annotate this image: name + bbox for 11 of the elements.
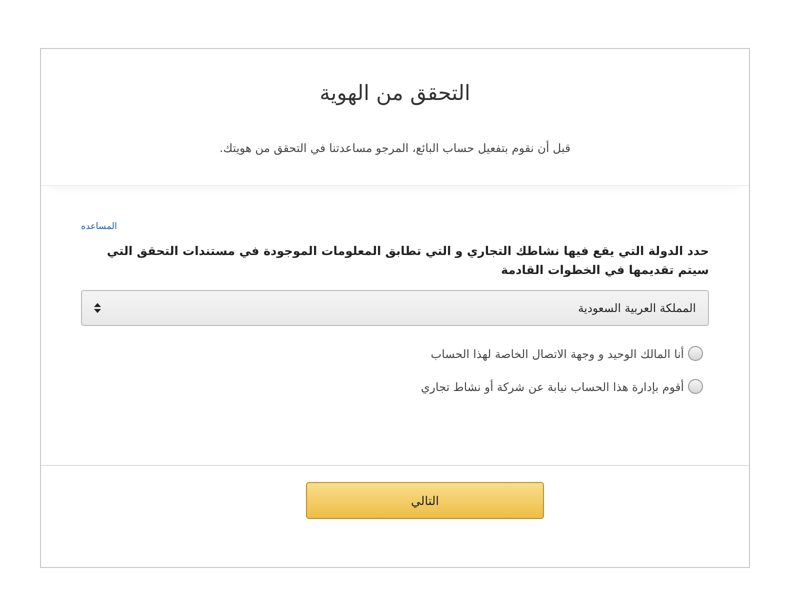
sort-arrows-icon (94, 303, 101, 313)
radio-button[interactable] (688, 379, 703, 394)
help-link[interactable]: المساعده (81, 222, 118, 232)
instruction-text: قبل أن نقوم بتفعيل حساب البائع، المرجو مساعدتنا في التحقق من هويتك. (220, 141, 570, 155)
next-button[interactable]: التالي (306, 482, 544, 519)
country-select[interactable]: المملكة العربية السعودية (81, 290, 709, 326)
radio-label: أنا المالك الوحيد و وجهة الاتصال الخاصة لهذا الحساب (430, 346, 684, 360)
radio-label: أقوم بإدارة هذا الحساب نيابة عن شركة أو نشاط تجاري (420, 380, 684, 394)
radio-button[interactable] (688, 346, 703, 361)
page-title: التحقق من الهوية (320, 81, 470, 105)
country-label: حدد الدولة التي يقع فيها نشاطك التجاري و التي تطابق المعلومات الموجودة في مستندات التحقق التي سيتم تقديمها في الخطوات القادمة (106, 243, 709, 279)
